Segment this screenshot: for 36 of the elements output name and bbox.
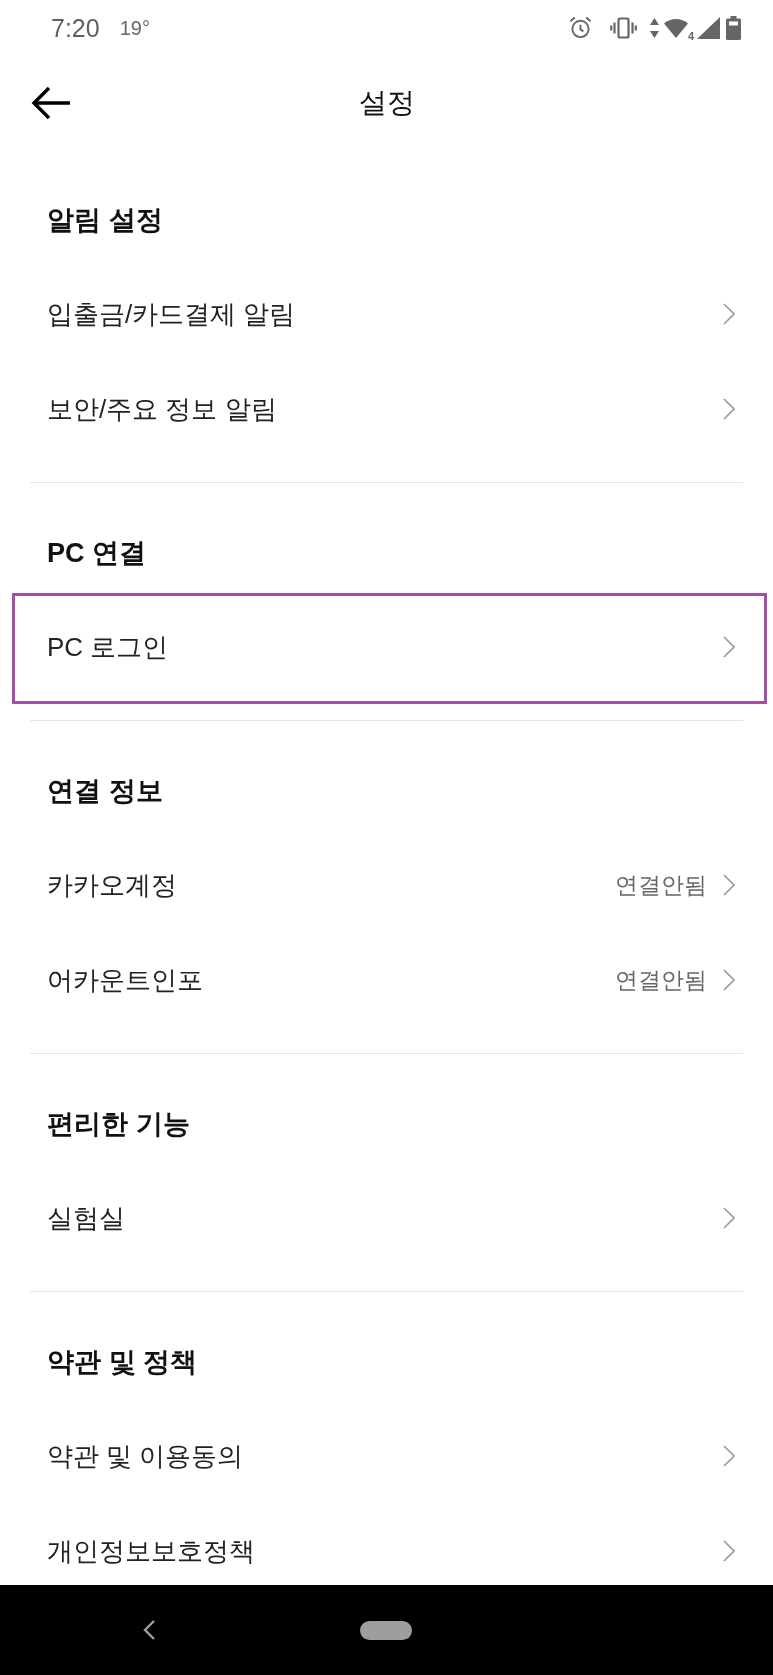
clock-time: 7:20 — [51, 12, 100, 43]
menu-item[interactable]: 입출금/카드결제 알림 — [47, 297, 296, 330]
menu-item[interactable]: 보안/주요 정보 알림 — [47, 392, 277, 425]
status-text: 연결안됨 — [615, 965, 707, 995]
menu-item[interactable]: 어카운트인포 — [47, 963, 203, 996]
section-heading: 알림 설정 — [47, 205, 163, 235]
signal-icon — [697, 16, 720, 39]
status-text: 연결안됨 — [615, 870, 707, 900]
home-pill-icon[interactable] — [360, 1620, 412, 1640]
back-arrow-icon[interactable] — [31, 85, 71, 120]
alarm-clock-icon — [568, 16, 592, 39]
battery-icon — [726, 15, 741, 40]
section-heading: 편리한 기능 — [47, 1109, 190, 1139]
chevron-right-icon — [723, 1206, 735, 1229]
menu-item[interactable]: 약관 및 이용동의 — [47, 1439, 244, 1472]
menu-item[interactable]: 실험실 — [47, 1201, 125, 1234]
menu-item[interactable]: PC 로그인 — [47, 630, 169, 663]
data-arrows-icon — [649, 17, 659, 38]
vibrate-icon — [609, 16, 637, 39]
section-heading: 연결 정보 — [47, 776, 163, 806]
menu-item[interactable]: 카카오계정 — [47, 868, 177, 901]
screen-title: 설정 — [358, 85, 415, 120]
menu-item[interactable]: 개인정보보호정책 — [47, 1534, 255, 1567]
chevron-right-icon — [723, 968, 735, 991]
chevron-right-icon — [723, 397, 735, 420]
chevron-right-icon — [723, 302, 735, 325]
wifi-icon — [663, 17, 688, 38]
network-type-text: 4 — [687, 30, 694, 42]
chevron-right-icon — [723, 1539, 735, 1562]
chevron-right-icon — [723, 635, 735, 658]
chevron-right-icon — [723, 873, 735, 896]
chevron-right-icon — [723, 1444, 735, 1467]
temperature-text: 19° — [119, 15, 150, 41]
section-heading: PC 연결 — [47, 538, 146, 568]
back-icon[interactable] — [143, 1620, 155, 1640]
section-heading: 약관 및 정책 — [47, 1347, 197, 1377]
